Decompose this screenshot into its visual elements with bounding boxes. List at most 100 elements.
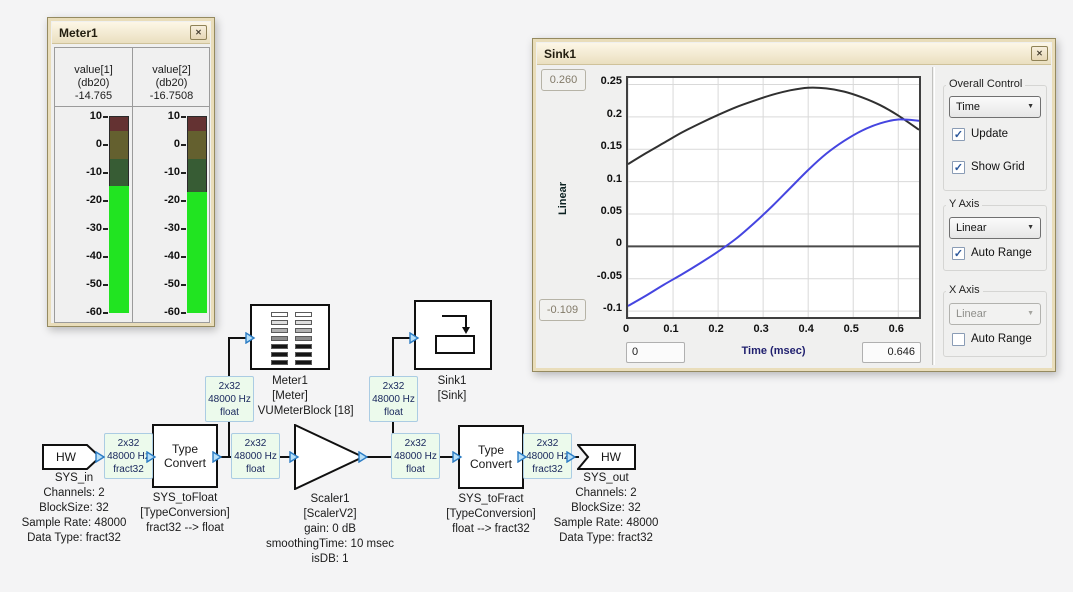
meter-tick-label: 0 [146, 138, 180, 150]
caption-line: [TypeConversion] [426, 507, 556, 522]
x-tick-label: 0.2 [699, 323, 733, 335]
chevron-down-icon: ▼ [1027, 97, 1034, 117]
meter-bar-unlit [187, 116, 207, 192]
caption-line: BlockSize: 32 [540, 501, 672, 516]
block-name: SYS_toFract [426, 492, 556, 507]
channel-value: -14.765 [55, 90, 132, 102]
caption-line: Sample Rate: 48000 [540, 516, 672, 531]
update-checkbox[interactable]: ✓ [952, 128, 965, 141]
meter-tick-label: -60 [68, 306, 102, 318]
meter-tick-label: 0 [68, 138, 102, 150]
meter-tick-mark [181, 200, 186, 202]
show-grid-checkbox[interactable]: ✓ [952, 161, 965, 174]
wire-label[interactable]: 2x32 48000 Hz float [391, 433, 440, 479]
meter-tick-mark [103, 144, 108, 146]
meter-tick-mark [181, 284, 186, 286]
meter-channel-1: value[1](db20)-14.765100-10-20-30-40-50-… [55, 48, 133, 322]
designer-canvas: HW SYS_in Channels: 2BlockSize: 32Sample… [0, 0, 1073, 592]
meter-tick-mark [181, 144, 186, 146]
domain-dropdown[interactable]: Time ▼ [949, 96, 1041, 118]
meter-tick-mark [103, 172, 108, 174]
y-axis-title: Linear [557, 175, 569, 215]
type-convert-1-block[interactable]: Type Convert [152, 424, 218, 488]
meter-tick-mark [181, 172, 186, 174]
vu-meter-icon-bar [271, 320, 288, 325]
meter-tick-label: 10 [146, 110, 180, 122]
x-axis-title: Time (msec) [685, 345, 862, 357]
y-auto-range-checkbox[interactable]: ✓ [952, 247, 965, 260]
vu-meter-icon-bar [295, 352, 312, 357]
pin-icon [452, 451, 463, 463]
meter-tick-label: -40 [68, 250, 102, 262]
type-convert-2-block[interactable]: Type Convert [458, 425, 524, 489]
caption-line: Data Type: fract32 [540, 531, 672, 546]
x-scale-dropdown: Linear ▼ [949, 303, 1041, 325]
divider [133, 106, 210, 107]
pin-icon [517, 451, 528, 463]
channel-header: value[2] [133, 64, 210, 76]
meter-tick-mark [103, 228, 108, 230]
sys-tofract-caption: SYS_toFract [TypeConversion]float --> fr… [426, 492, 556, 537]
vu-meter-icon-bar [295, 344, 312, 349]
meter-tick-label: -50 [68, 278, 102, 290]
caption-line: Channels: 2 [540, 486, 672, 501]
block-name: SYS_toFloat [120, 491, 250, 506]
pin-icon [146, 451, 157, 463]
meter-tick-mark [103, 284, 108, 286]
close-icon[interactable]: ✕ [1031, 46, 1048, 61]
x-tick-label: 0.4 [789, 323, 823, 335]
sink-block[interactable] [414, 300, 492, 370]
meter-bar-unlit [109, 116, 129, 186]
meter-zone-segment [188, 117, 206, 131]
x-auto-range-checkbox[interactable] [952, 333, 965, 346]
pin-icon [95, 451, 106, 463]
meter-tick-mark [181, 116, 186, 118]
x-max-input[interactable]: 0.646 [862, 342, 921, 363]
scaler-block[interactable] [294, 424, 366, 490]
x-tick-label: 0.3 [744, 323, 778, 335]
meter-tick-mark [103, 256, 108, 258]
meter-tick-mark [103, 200, 108, 202]
y-tick-label: -0.05 [578, 270, 622, 282]
meter-bar-level [109, 186, 129, 313]
meter-tick-mark [103, 116, 108, 118]
meter-zone-segment [110, 159, 128, 186]
wire-label[interactable]: 2x32 48000 Hz float [231, 433, 280, 479]
caption-line: float --> fract32 [426, 522, 556, 537]
y-tick-label: 0.25 [578, 75, 622, 87]
meter-tick-label: -30 [68, 222, 102, 234]
meter-channel-2: value[2](db20)-16.7508100-10-20-30-40-50… [133, 48, 210, 322]
y-auto-range-label: Auto Range [971, 247, 1032, 259]
wire-label[interactable]: 2x32 48000 Hz float [369, 376, 418, 422]
x-min-input[interactable]: 0 [626, 342, 685, 363]
meter-tick-mark [181, 312, 186, 314]
sys-tofloat-caption: SYS_toFloat [TypeConversion]fract32 --> … [120, 491, 250, 536]
show-grid-label: Show Grid [971, 161, 1025, 173]
type-convert-1-text: Type Convert [154, 442, 216, 470]
y-scale-dropdown[interactable]: Linear ▼ [949, 217, 1041, 239]
sink-window-title: Sink1 [544, 47, 576, 61]
meter-tick-mark [181, 228, 186, 230]
pin-icon [245, 332, 256, 344]
meter-tick-label: -20 [68, 194, 102, 206]
close-icon[interactable]: ✕ [190, 25, 207, 40]
meter-tick-label: -20 [146, 194, 180, 206]
meter-block[interactable] [250, 304, 330, 370]
sink-window: Sink1 ✕ 0.260 -0.109 Linear 0.250.20.150… [532, 38, 1056, 372]
sink-window-titlebar[interactable]: Sink1 ✕ [537, 43, 1051, 65]
sink-plot [628, 78, 919, 317]
panel-splitter[interactable] [932, 67, 935, 365]
wire-label[interactable]: 2x32 48000 Hz float [205, 376, 254, 422]
update-label: Update [971, 128, 1008, 140]
pin-icon [409, 332, 420, 344]
sink-plot-frame [626, 76, 921, 319]
caption-line: [TypeConversion] [120, 506, 250, 521]
meter-window-titlebar[interactable]: Meter1 ✕ [52, 22, 210, 44]
wire-label[interactable]: 2x32 48000 Hz fract32 [523, 433, 572, 479]
vu-meter-icon-bar [295, 312, 312, 317]
x-axis-group-label: X Axis [946, 284, 983, 296]
vu-meter-icon-bar [295, 336, 312, 341]
sys-out-caption: SYS_out Channels: 2BlockSize: 32Sample R… [540, 471, 672, 546]
block-name: Scaler1 [245, 492, 415, 507]
type-convert-2-text: Type Convert [460, 443, 522, 471]
